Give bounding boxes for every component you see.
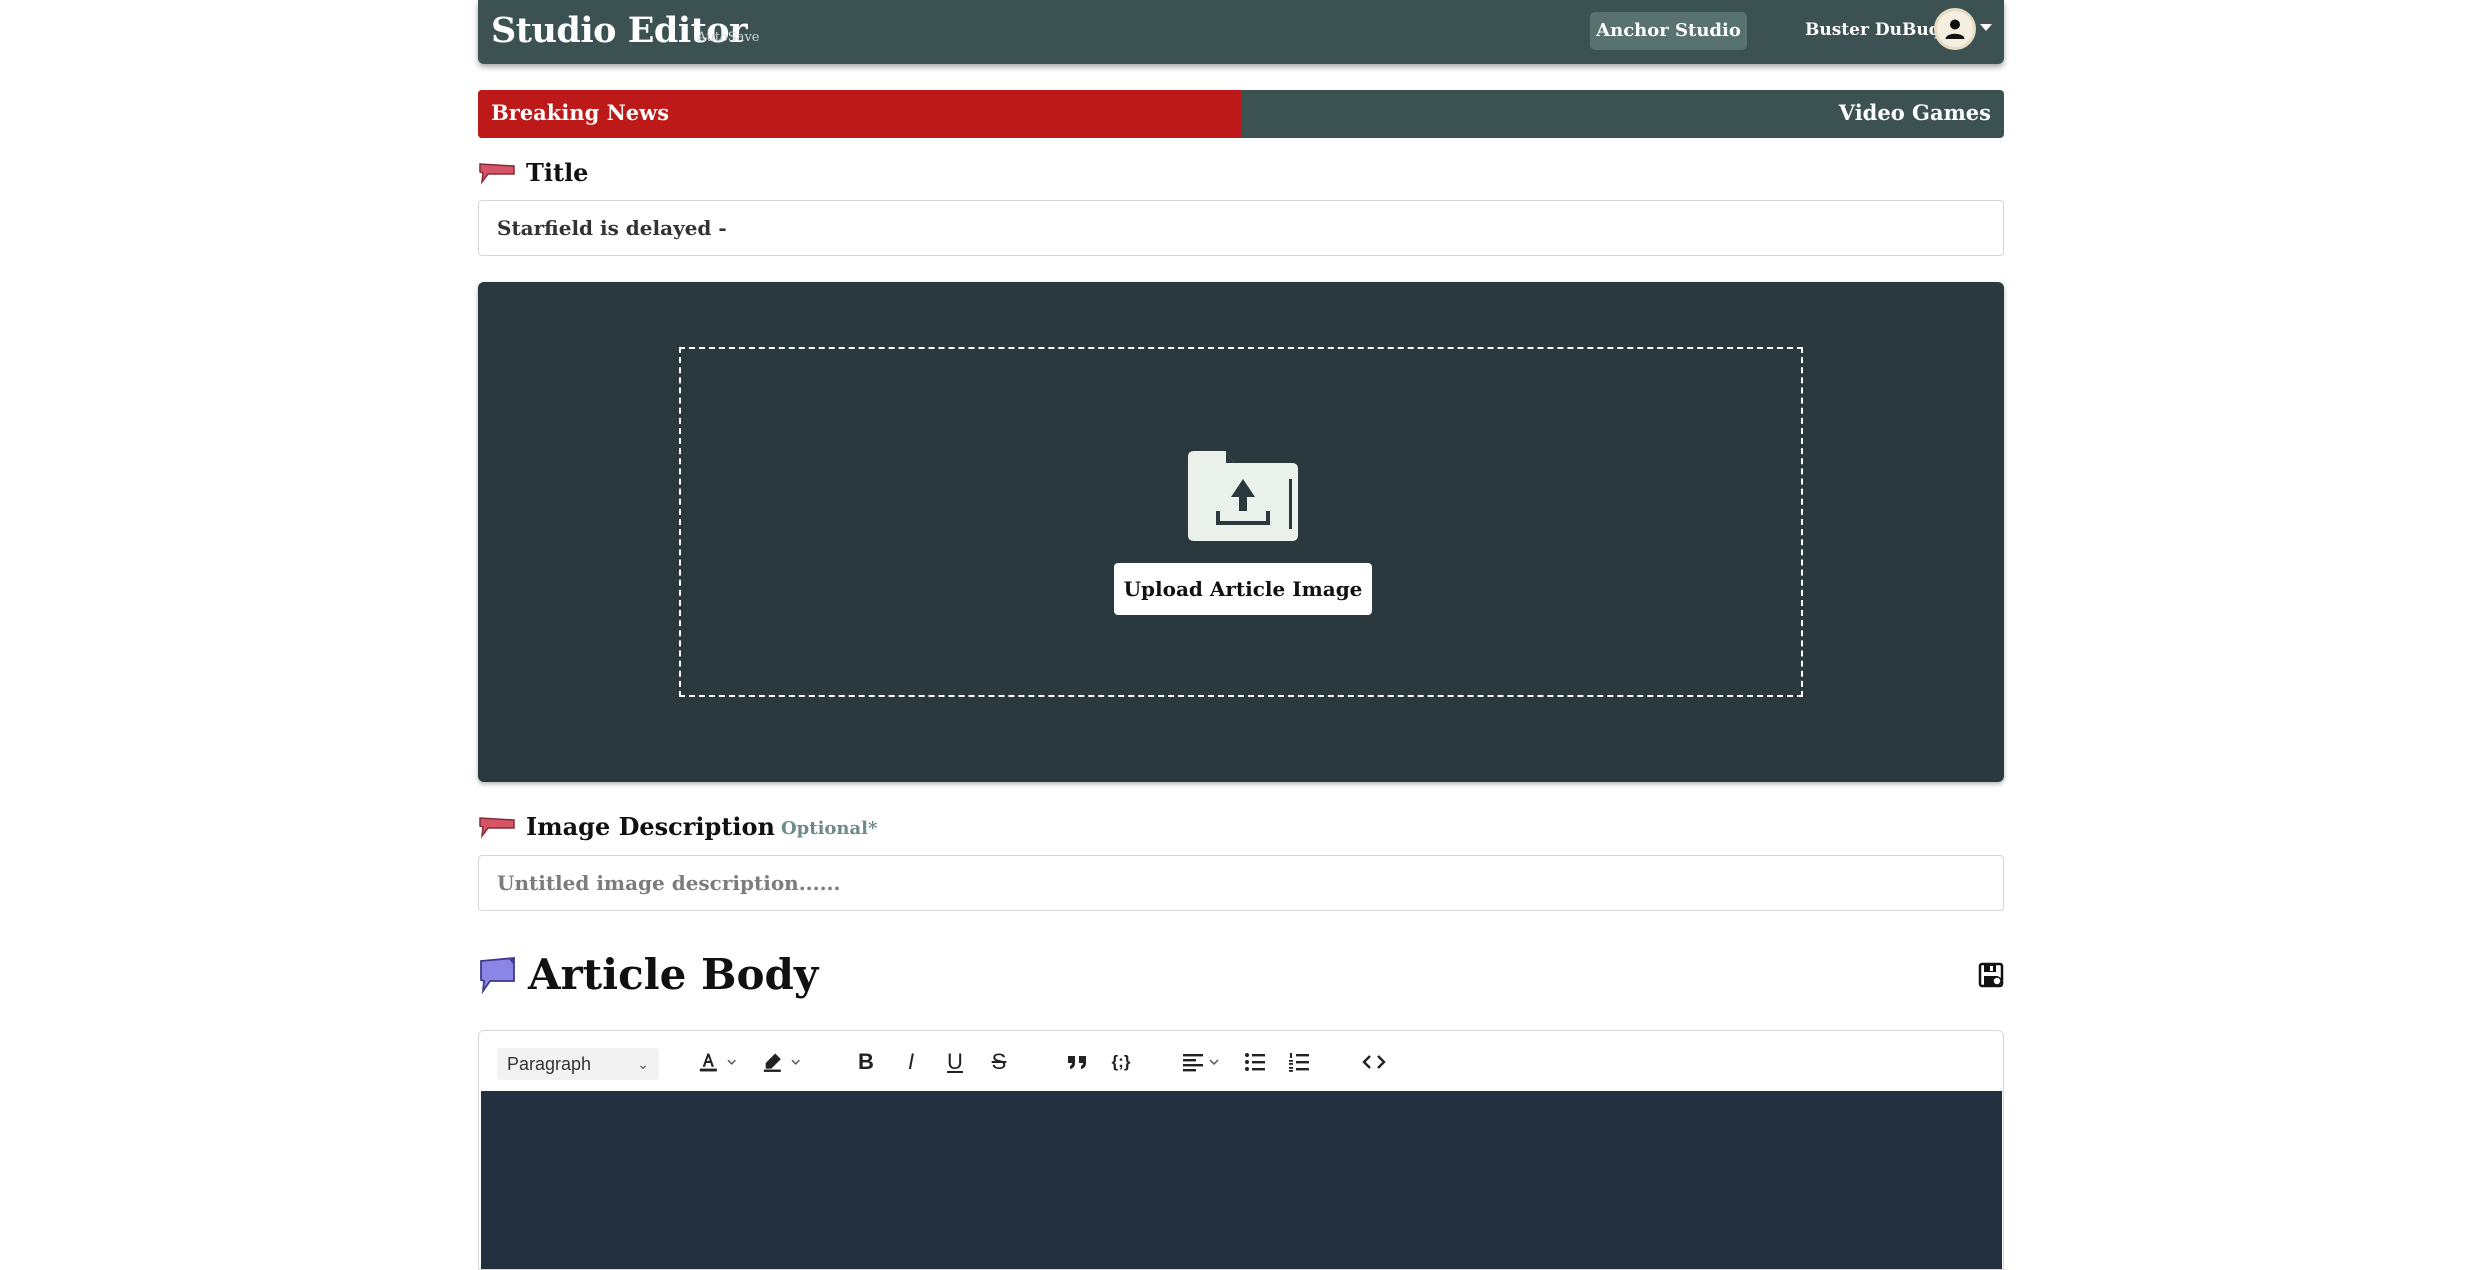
upload-article-image-button[interactable]: Upload Article Image — [1114, 563, 1372, 615]
article-body-heading: Article Body — [478, 950, 818, 999]
anchor-studio-button[interactable]: Anchor Studio — [1590, 12, 1747, 50]
editor-content-area[interactable] — [481, 1091, 2002, 1269]
strikethrough-button[interactable]: S — [987, 1045, 1011, 1079]
avatar[interactable] — [1934, 8, 1976, 50]
align-icon — [1183, 1054, 1203, 1072]
breaking-news-label: Breaking News — [491, 100, 670, 125]
numbered-list-icon — [1289, 1053, 1309, 1072]
chevron-down-icon[interactable] — [1980, 24, 1992, 31]
editor-toolbar: Paragraph ⌄ B I U S {;} — [479, 1031, 2003, 1091]
folder-upload-icon — [1188, 451, 1298, 541]
autosave-label: AutoSave — [697, 30, 760, 45]
category-bar: Breaking News Video Games — [478, 90, 2004, 138]
bulleted-list-icon — [1245, 1053, 1265, 1071]
title-input[interactable] — [478, 200, 2004, 256]
bulleted-list-button[interactable] — [1241, 1045, 1269, 1079]
flag-icon — [480, 956, 515, 994]
image-description-input[interactable] — [478, 855, 2004, 911]
image-upload-panel: Upload Article Image — [478, 282, 2004, 782]
rich-text-editor: Paragraph ⌄ B I U S {;} — [478, 1030, 2004, 1270]
font-color-button[interactable] — [697, 1045, 737, 1079]
image-dropzone[interactable]: Upload Article Image — [679, 347, 1803, 697]
category-label[interactable]: Video Games — [1839, 100, 1991, 125]
chevron-down-icon — [1209, 1059, 1219, 1066]
optional-label: Optional* — [781, 818, 878, 839]
code-block-button[interactable]: {;} — [1105, 1045, 1137, 1079]
bold-button[interactable]: B — [854, 1045, 878, 1079]
highlight-icon — [763, 1053, 781, 1072]
chevron-down-icon — [727, 1059, 736, 1065]
blockquote-icon — [1068, 1056, 1086, 1069]
image-description-label-row: Image Description Optional* — [478, 812, 877, 841]
underline-button[interactable]: U — [943, 1045, 967, 1079]
underline-icon: U — [947, 1049, 963, 1074]
block-type-select[interactable]: Paragraph ⌄ — [497, 1048, 659, 1080]
code-block-icon: {;} — [1111, 1052, 1131, 1071]
blockquote-button[interactable] — [1063, 1045, 1091, 1079]
article-body-label: Article Body — [528, 950, 819, 999]
chevron-down-icon: ⌄ — [637, 1056, 649, 1072]
source-code-icon — [1362, 1055, 1386, 1069]
flag-icon — [479, 816, 515, 839]
numbered-list-button[interactable] — [1285, 1045, 1313, 1079]
highlight-button[interactable] — [761, 1045, 801, 1079]
image-description-label: Image Description — [526, 812, 775, 841]
font-color-icon — [699, 1053, 717, 1072]
block-type-value: Paragraph — [507, 1054, 592, 1074]
source-code-button[interactable] — [1359, 1045, 1389, 1079]
save-icon[interactable] — [1978, 962, 2004, 988]
bold-icon: B — [858, 1049, 874, 1074]
flag-icon — [479, 162, 515, 185]
title-label-row: Title — [478, 158, 588, 187]
title-label: Title — [526, 158, 589, 187]
strikethrough-icon: S — [991, 1049, 1007, 1074]
italic-button[interactable]: I — [899, 1045, 923, 1079]
align-button[interactable] — [1179, 1045, 1223, 1079]
user-icon — [1945, 19, 1965, 39]
italic-icon: I — [907, 1049, 915, 1074]
app-header: Studio Editor AutoSave Anchor Studio Bus… — [478, 0, 2004, 64]
chevron-down-icon — [791, 1059, 800, 1065]
